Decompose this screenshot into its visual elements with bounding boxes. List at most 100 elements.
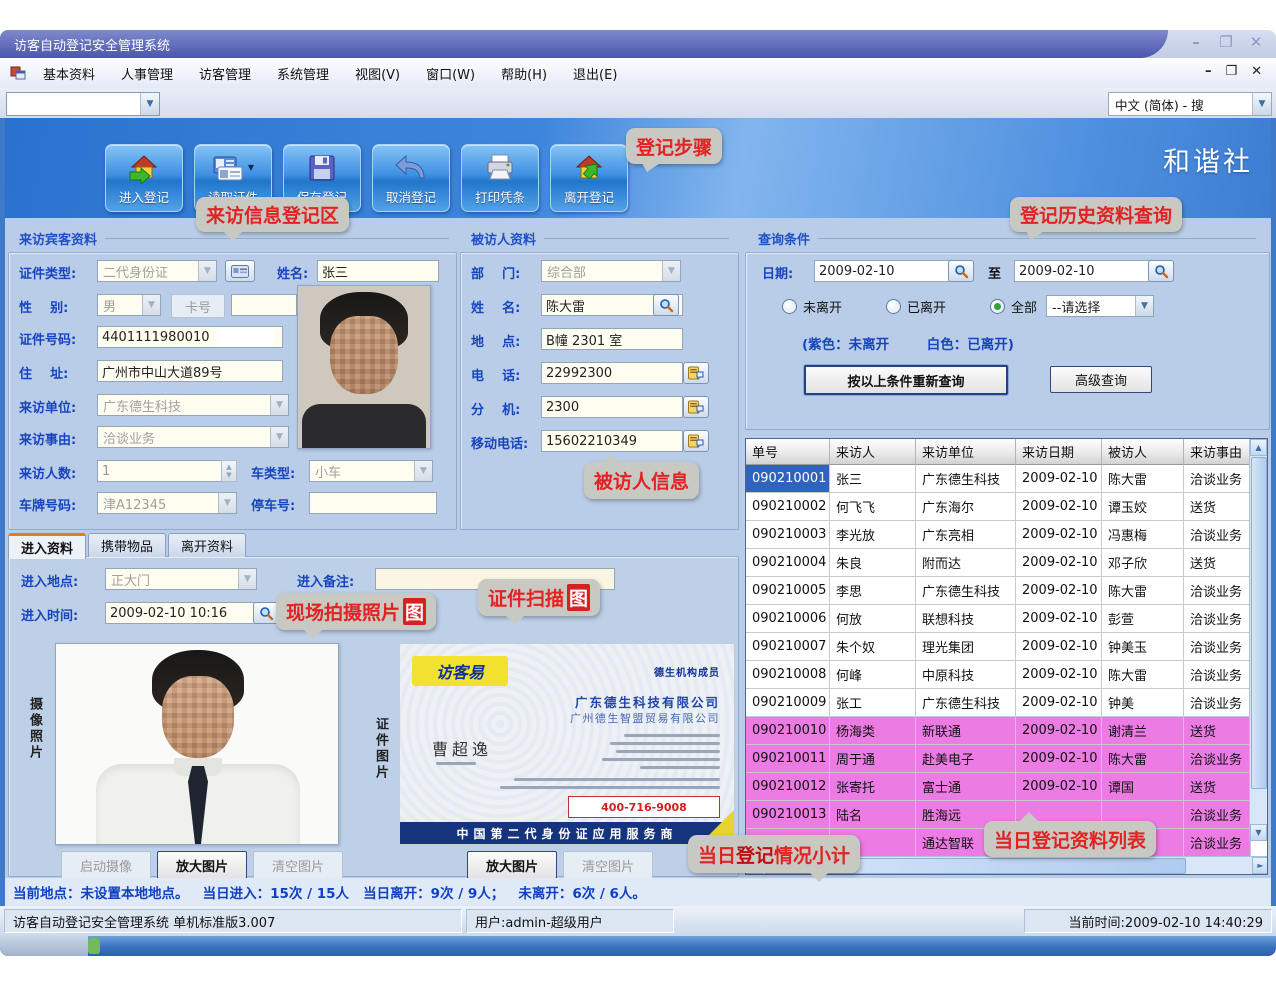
table-cell[interactable]: 何飞飞: [830, 493, 916, 521]
table-cell[interactable]: 2009-02-10: [1016, 605, 1102, 633]
dropdown-arrow-icon[interactable]: ▼: [248, 163, 254, 172]
table-cell[interactable]: 周于通: [830, 745, 916, 773]
date-to-input[interactable]: [1014, 260, 1154, 282]
location-input[interactable]: [541, 328, 683, 350]
table-header-cell[interactable]: 来访单位: [916, 439, 1016, 465]
table-cell[interactable]: 张三: [830, 465, 916, 493]
table-cell[interactable]: 送货: [1184, 493, 1251, 521]
toolbar-combobox[interactable]: ▼: [6, 92, 160, 116]
table-cell[interactable]: 洽谈业务: [1184, 661, 1251, 689]
button-清空图片[interactable]: 清空图片: [563, 851, 653, 879]
chevron-down-icon[interactable]: ▼: [270, 395, 288, 415]
table-cell[interactable]: 2009-02-10: [1016, 633, 1102, 661]
table-cell[interactable]: 理光集团: [916, 633, 1016, 661]
table-cell[interactable]: 何峰: [830, 661, 916, 689]
visit-company-combobox[interactable]: 广东德生科技▼: [97, 394, 289, 416]
table-row[interactable]: 090210001张三广东德生科技2009-02-10陈大雷洽谈业务: [746, 465, 1267, 493]
table-header-cell[interactable]: 来访日期: [1016, 439, 1102, 465]
chevron-down-icon[interactable]: ▼: [414, 461, 432, 481]
card-reader-button[interactable]: [225, 260, 255, 282]
table-cell[interactable]: 朱良: [830, 549, 916, 577]
status-combobox[interactable]: --请选择▼: [1046, 295, 1154, 317]
table-cell[interactable]: 谭国: [1102, 773, 1184, 801]
table-cell[interactable]: 彭萱: [1102, 605, 1184, 633]
table-cell[interactable]: 陈大雷: [1102, 661, 1184, 689]
radio-dot-icon[interactable]: [886, 299, 901, 314]
table-cell[interactable]: 邓子欣: [1102, 549, 1184, 577]
table-cell[interactable]: 广东海尔: [916, 493, 1016, 521]
table-cell[interactable]: 朱个奴: [830, 633, 916, 661]
table-cell[interactable]: 广东德生科技: [916, 689, 1016, 717]
table-cell[interactable]: 广东德生科技: [916, 577, 1016, 605]
entry-place-combobox[interactable]: 正大门▼: [105, 568, 257, 590]
toolbar-button-进入登记[interactable]: 进入登记: [105, 144, 183, 212]
table-cell[interactable]: 2009-02-10: [1016, 717, 1102, 745]
scroll-up-icon[interactable]: ▲: [1250, 439, 1267, 456]
toolbar-button-取消登记[interactable]: 取消登记: [372, 144, 450, 212]
button-启动摄像[interactable]: 启动摄像: [61, 851, 151, 879]
vertical-scrollbar[interactable]: ▲ ▼: [1249, 439, 1267, 841]
vertical-scroll-thumb[interactable]: [1251, 457, 1267, 789]
table-cell[interactable]: 洽谈业务: [1184, 465, 1251, 493]
table-cell[interactable]: 洽谈业务: [1184, 633, 1251, 661]
call-mobile-button[interactable]: [683, 430, 709, 452]
tab-进入资料[interactable]: 进入资料: [8, 533, 86, 559]
minimize-icon[interactable]: –: [1205, 64, 1212, 79]
call-ext-button[interactable]: [683, 396, 709, 418]
table-cell[interactable]: 洽谈业务: [1184, 521, 1251, 549]
table-cell[interactable]: 2009-02-10: [1016, 577, 1102, 605]
dept-combobox[interactable]: 综合部▼: [541, 260, 681, 282]
table-cell[interactable]: 谭玉姣: [1102, 493, 1184, 521]
parking-input[interactable]: [309, 492, 437, 514]
table-cell[interactable]: 090210009: [746, 689, 830, 717]
table-cell[interactable]: 2009-02-10: [1016, 521, 1102, 549]
table-cell[interactable]: 090210002: [746, 493, 830, 521]
visitor-name-input[interactable]: [317, 260, 439, 282]
menu-item[interactable]: 基本资料: [34, 60, 104, 87]
table-cell[interactable]: 附而达: [916, 549, 1016, 577]
radio-dot-icon[interactable]: [782, 299, 797, 314]
table-header-cell[interactable]: 来访人: [830, 439, 916, 465]
chevron-down-icon[interactable]: ▼: [1135, 296, 1153, 316]
language-bar[interactable]: 中文 (简体) - 搜 ▼: [1108, 92, 1272, 116]
table-row[interactable]: 090210010杨海类新联通2009-02-10谢清兰送货: [746, 717, 1267, 745]
table-cell[interactable]: 洽谈业务: [1184, 829, 1251, 857]
chevron-down-icon[interactable]: ▼: [198, 261, 216, 281]
table-cell[interactable]: 2009-02-10: [1016, 493, 1102, 521]
table-cell[interactable]: 赴美电子: [916, 745, 1016, 773]
minimize-icon[interactable]: –: [1186, 33, 1206, 51]
table-row[interactable]: 090210007朱个奴理光集团2009-02-10钟美玉洽谈业务: [746, 633, 1267, 661]
table-header-cell[interactable]: 单号: [746, 439, 830, 465]
menu-item[interactable]: 人事管理: [112, 60, 182, 87]
card-number-input[interactable]: [231, 294, 297, 316]
table-cell[interactable]: 送货: [1184, 549, 1251, 577]
call-phone-button[interactable]: [683, 362, 709, 384]
phone-input[interactable]: [541, 362, 683, 384]
table-cell[interactable]: 2009-02-10: [1016, 773, 1102, 801]
table-cell[interactable]: 2009-02-10: [1016, 661, 1102, 689]
scroll-right-icon[interactable]: ►: [1252, 857, 1268, 874]
table-header-cell[interactable]: 被访人: [1102, 439, 1184, 465]
table-cell[interactable]: 联想科技: [916, 605, 1016, 633]
table-cell[interactable]: 陆名: [830, 801, 916, 829]
table-cell[interactable]: 090210001: [746, 465, 830, 493]
table-cell[interactable]: 张寄托: [830, 773, 916, 801]
date-from-input[interactable]: [814, 260, 954, 282]
table-cell[interactable]: 2009-02-10: [1016, 549, 1102, 577]
radio-已离开[interactable]: 已离开: [886, 297, 946, 316]
table-cell[interactable]: 钟美: [1102, 689, 1184, 717]
radio-全部[interactable]: 全部: [990, 297, 1037, 316]
card-number-button[interactable]: 卡号: [171, 294, 225, 318]
menu-item[interactable]: 退出(E): [564, 60, 626, 87]
chevron-down-icon[interactable]: ▼: [218, 493, 236, 513]
plate-combobox[interactable]: 津A12345▼: [97, 492, 237, 514]
button-放大图片[interactable]: 放大图片: [467, 851, 557, 879]
table-row[interactable]: 090210012张寄托富士通2009-02-10谭国送货: [746, 773, 1267, 801]
table-cell[interactable]: 广东亮相: [916, 521, 1016, 549]
table-cell[interactable]: 钟美玉: [1102, 633, 1184, 661]
table-cell[interactable]: 洽谈业务: [1184, 745, 1251, 773]
table-cell[interactable]: 090210006: [746, 605, 830, 633]
menu-item[interactable]: 访客管理: [190, 60, 260, 87]
table-cell[interactable]: 2009-02-10: [1016, 689, 1102, 717]
table-cell[interactable]: 洽谈业务: [1184, 577, 1251, 605]
